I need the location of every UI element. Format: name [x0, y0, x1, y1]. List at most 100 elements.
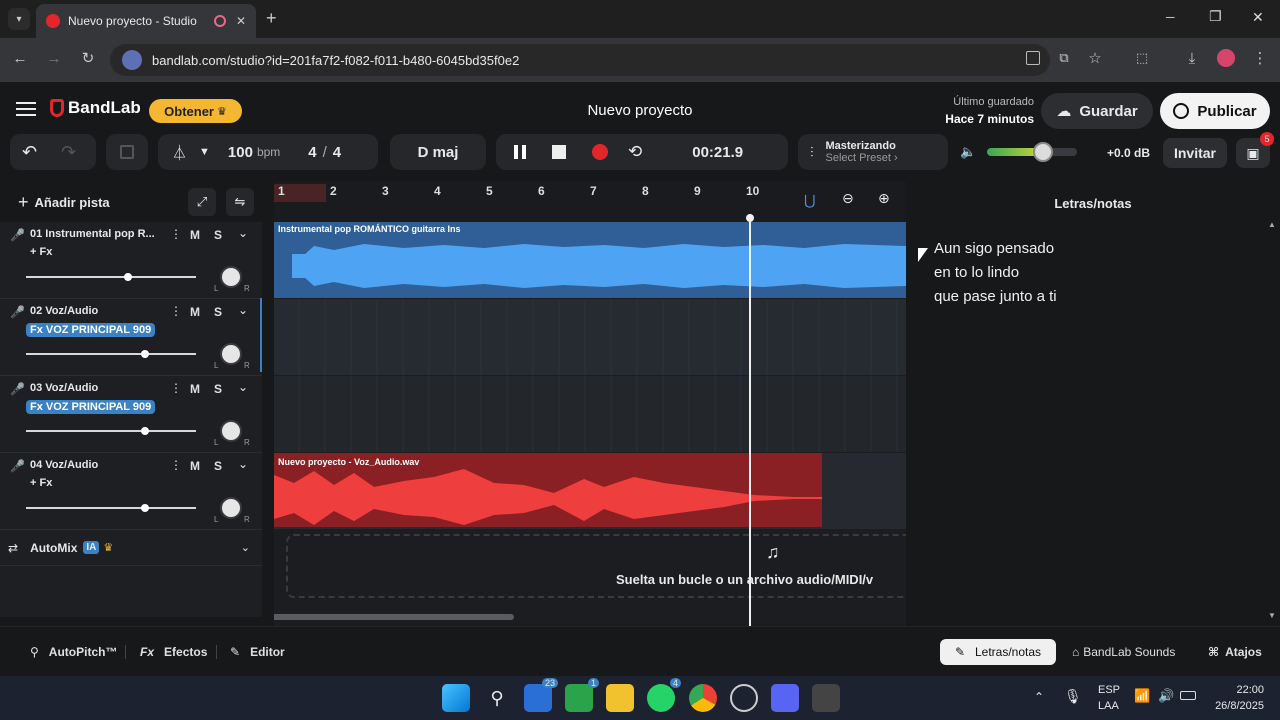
metronome-icon[interactable]: ⏃	[172, 142, 187, 163]
extensions-icon[interactable]: ⬚	[1128, 44, 1156, 72]
track-volume-slider[interactable]	[26, 507, 196, 509]
horizontal-scrollbar[interactable]	[274, 614, 514, 620]
lyric-line[interactable]: Aun sigo pensado	[934, 240, 1054, 257]
invite-button[interactable]: Invitar	[1163, 138, 1227, 168]
language-region[interactable]: LAA	[1098, 700, 1119, 712]
key-selector[interactable]: D maj	[390, 134, 486, 170]
file-explorer-icon[interactable]	[606, 684, 634, 712]
track-lane-3[interactable]	[274, 376, 906, 452]
hamburger-menu-icon[interactable]	[16, 102, 36, 116]
track-menu-icon[interactable]: ⋮	[170, 227, 182, 241]
new-tab-button[interactable]: +	[266, 8, 277, 29]
drop-zone[interactable]: ♫ Suelta un bucle o un archivo audio/MID…	[286, 534, 906, 598]
stop-icon[interactable]	[552, 145, 566, 159]
track-menu-icon[interactable]: ⋮	[170, 458, 182, 472]
track-name[interactable]: 01 Instrumental pop R...	[30, 228, 162, 240]
time-sig-denominator[interactable]: 4	[333, 144, 341, 161]
save-version-button[interactable]	[106, 134, 148, 170]
redo-icon[interactable]: ↷	[61, 142, 76, 163]
tab-search-button[interactable]: ▾	[8, 8, 30, 30]
track-menu-icon[interactable]: ⋮	[170, 304, 182, 318]
tray-chevron-icon[interactable]: ⌃	[1034, 690, 1044, 704]
volume-thumb[interactable]	[141, 350, 149, 358]
notes-scrollbar[interactable]: ▲ ▼	[1268, 220, 1278, 620]
date[interactable]: 26/8/2025	[1200, 700, 1264, 712]
pan-knob[interactable]	[220, 343, 242, 365]
address-bar[interactable]: bandlab.com/studio?id=201fa7f2-f082-f011…	[110, 44, 1050, 76]
tab-close-icon[interactable]: ✕	[236, 14, 246, 28]
bpm-value[interactable]: 100	[228, 144, 253, 161]
add-track-button[interactable]: + Añadir pista	[18, 192, 110, 213]
microphone-icon[interactable]: 🎙	[1064, 688, 1082, 705]
clip-instrumental[interactable]: Instrumental pop ROMÁNTICO guitarra Ins	[274, 222, 906, 298]
downloads-icon[interactable]: ⤓	[1178, 44, 1206, 72]
whatsapp-icon[interactable]: 4	[647, 678, 681, 712]
bandlab-logo[interactable]: BandLab	[50, 98, 141, 118]
track-name[interactable]: 03 Voz/Audio	[30, 382, 162, 394]
pan-knob[interactable]	[220, 420, 242, 442]
track-row[interactable]: 🎤 04 Voz/Audio ⋮ M S ⌄ + Fx L R	[0, 453, 262, 530]
mastering-button[interactable]: ⫶ Masterizando Select Preset ›	[798, 134, 948, 170]
chevron-down-icon[interactable]: ⌄	[238, 226, 248, 240]
chevron-down-icon[interactable]: ⌄	[238, 380, 248, 394]
master-volume-slider[interactable]	[987, 142, 1077, 162]
track-lane-2[interactable]	[274, 299, 906, 375]
track-lane-1[interactable]: Instrumental pop ROMÁNTICO guitarra Ins	[274, 222, 906, 298]
translate-icon[interactable]	[1026, 51, 1040, 65]
chevron-down-icon[interactable]: ⌄	[241, 541, 250, 554]
solo-button[interactable]: S	[214, 228, 222, 242]
clock-app-icon[interactable]	[730, 684, 758, 712]
solo-button[interactable]: S	[214, 382, 222, 396]
project-title[interactable]: Nuevo proyecto	[560, 102, 720, 119]
automix-row[interactable]: ⇄ AutoMix IA ♛ ⌄	[0, 530, 262, 566]
clock[interactable]: 22:00	[1210, 684, 1264, 696]
mail-icon[interactable]: 23	[524, 678, 558, 712]
shortcuts-button[interactable]: ⌘ Atajos	[1208, 639, 1262, 665]
clip-voice[interactable]: Nuevo proyecto - Voz_Audio.wav	[274, 453, 822, 527]
mute-button[interactable]: M	[190, 305, 200, 319]
save-button[interactable]: ☁ Guardar	[1041, 93, 1153, 129]
xbox-icon[interactable]: 1	[565, 678, 599, 712]
gift-icon[interactable]: ▣ 5	[1236, 132, 1274, 168]
track-row[interactable]: 🎤 02 Voz/Audio ⋮ M S ⌄ Fx VOZ PRINCIPAL 909 L R	[0, 299, 262, 376]
forward-arrow-icon[interactable]: →	[40, 44, 68, 72]
volume-icon[interactable]: 🔊	[1158, 688, 1174, 704]
solo-button[interactable]: S	[214, 305, 222, 319]
chevron-down-icon[interactable]: ⌄	[238, 457, 248, 471]
obtener-button[interactable]: Obtener ♛	[149, 99, 242, 123]
lyric-line[interactable]: en to lo lindo	[934, 264, 1019, 281]
back-arrow-icon[interactable]: ←	[6, 44, 34, 72]
install-app-icon[interactable]: ⧉	[1050, 44, 1078, 72]
window-minimize-button[interactable]: ─	[1166, 10, 1175, 24]
reload-icon[interactable]: ↻	[74, 44, 102, 72]
undo-icon[interactable]: ↶	[22, 142, 37, 163]
autopitch-button[interactable]: ⚲ AutoPitch™	[30, 639, 117, 665]
publish-button[interactable]: Publicar	[1160, 93, 1270, 129]
track-menu-icon[interactable]: ⋮	[170, 381, 182, 395]
lyrics-notes-tab[interactable]: ✎ Letras/notas	[940, 639, 1056, 665]
wand-tool-icon[interactable]: ⤢	[188, 188, 216, 216]
add-fx-button[interactable]: + Fx	[30, 477, 52, 489]
bandlab-sounds-tab[interactable]: ⌂ BandLab Sounds	[1072, 639, 1175, 665]
record-icon[interactable]	[592, 144, 608, 160]
windows-start-icon[interactable]	[442, 684, 470, 712]
track-name[interactable]: 04 Voz/Audio	[30, 459, 162, 471]
mute-button[interactable]: M	[190, 382, 200, 396]
fx-chain-badge[interactable]: Fx VOZ PRINCIPAL 909	[26, 323, 156, 337]
volume-thumb[interactable]	[141, 504, 149, 512]
lyrics-editor[interactable]: Aun sigo pensado en to lo lindo que pase j…	[906, 222, 1266, 602]
metronome-dropdown-icon[interactable]: ▼	[199, 146, 210, 158]
track-row[interactable]: 🎤 03 Voz/Audio ⋮ M S ⌄ Fx VOZ PRINCIPAL 909 L R	[0, 376, 262, 453]
volume-thumb[interactable]	[124, 273, 132, 281]
wifi-icon[interactable]: 📶	[1134, 688, 1150, 704]
site-settings-icon[interactable]	[122, 50, 142, 70]
chrome-icon[interactable]	[689, 684, 717, 712]
chevron-down-icon[interactable]: ⌄	[238, 303, 248, 317]
track-volume-slider[interactable]	[26, 430, 196, 432]
bookmark-star-icon[interactable]: ☆	[1081, 44, 1109, 72]
solo-button[interactable]: S	[214, 459, 222, 473]
browser-menu-icon[interactable]: ⋮	[1246, 44, 1274, 72]
track-settings-icon[interactable]: ⇋	[226, 188, 254, 216]
mute-button[interactable]: M	[190, 459, 200, 473]
discord-icon[interactable]	[771, 684, 799, 712]
